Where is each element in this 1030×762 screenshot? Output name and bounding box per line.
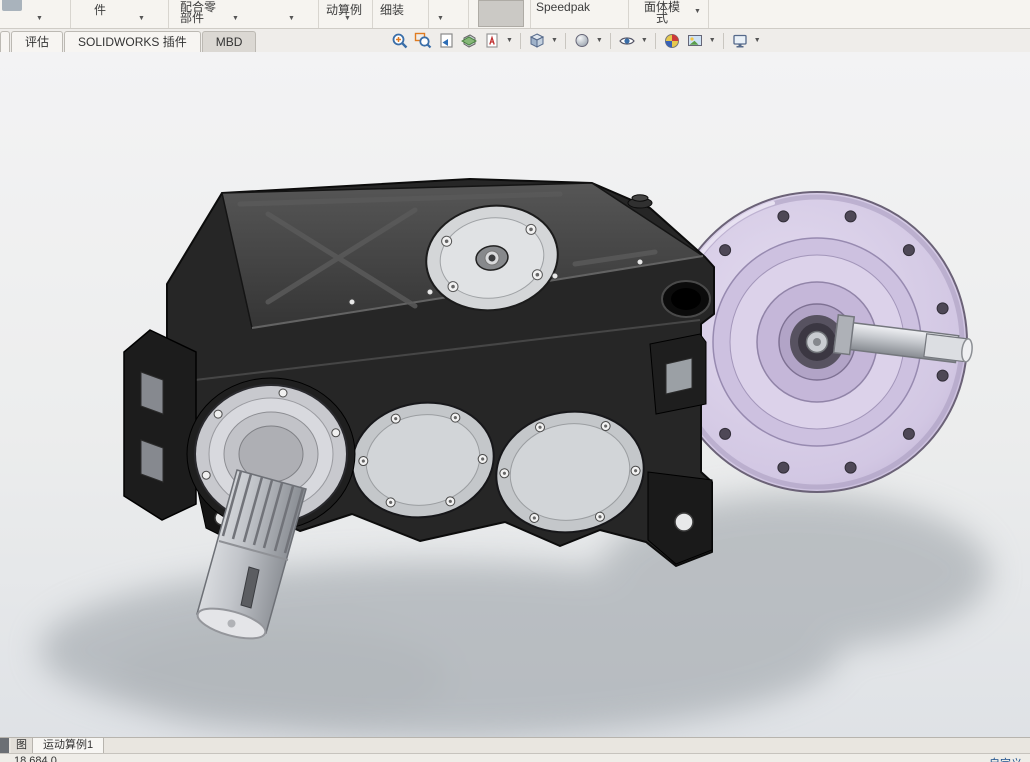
ribbon-button-insert-component[interactable]: 件 [94, 1, 106, 18]
motion-study-bar: 图 运动算例1 [0, 737, 1030, 753]
separator [628, 0, 629, 28]
ribbon-button-assembly[interactable]: 细装 [380, 1, 404, 18]
tab-evaluate[interactable]: 评估 [11, 31, 64, 52]
status-customize-link[interactable]: 自定义 [989, 755, 1022, 762]
separator [564, 32, 566, 49]
separator [530, 0, 531, 28]
ribbon-button-speedpak[interactable]: Speedpak [536, 0, 590, 14]
separator [428, 0, 429, 28]
commandmanager-tabbar: 评估 SOLIDWORKS 插件 MBD ▼ ▼ ▼ ▼ ▼ ▼ [0, 29, 1030, 52]
status-bar: 18.684.0 自定义 [0, 753, 1030, 762]
tab-model-partial[interactable]: 图 [11, 738, 33, 753]
apply-scene-icon[interactable] [685, 31, 705, 51]
dropdown-caret-icon[interactable]: ▼ [694, 8, 701, 15]
tab-partial[interactable] [0, 31, 10, 52]
separator [372, 0, 373, 28]
tab-solidworks-addins[interactable]: SOLIDWORKS 插件 [64, 31, 201, 52]
separator [168, 0, 169, 28]
dropdown-caret-icon[interactable]: ▼ [506, 37, 513, 44]
dropdown-caret-icon[interactable]: ▼ [551, 37, 558, 44]
separator [318, 0, 319, 28]
separator [70, 0, 71, 28]
separator [708, 0, 709, 28]
ribbon: ▼ 件 ▼ 配合零部件 ▼ ▼ 动算例 ▼ 细装 ▼ Speedpak 面体模式… [0, 0, 1030, 29]
headsup-toolbar: ▼ ▼ ▼ ▼ ▼ ▼ [390, 30, 762, 51]
dropdown-caret-icon[interactable]: ▼ [709, 37, 716, 44]
annotation-view-icon[interactable] [482, 31, 502, 51]
partial-ribbon-icon[interactable] [2, 0, 22, 11]
ribbon-button-mate-components[interactable]: 配合零部件 [180, 1, 220, 24]
dropdown-caret-icon[interactable]: ▼ [288, 15, 295, 22]
dropdown-caret-icon[interactable]: ▼ [641, 37, 648, 44]
solidworks-window: ▼ 件 ▼ 配合零部件 ▼ ▼ 动算例 ▼ 细装 ▼ Speedpak 面体模式… [0, 0, 1030, 762]
separator [722, 32, 724, 49]
dropdown-caret-icon[interactable]: ▼ [344, 15, 351, 22]
dropdown-caret-icon[interactable]: ▼ [138, 15, 145, 22]
graphics-area[interactable] [0, 52, 1030, 737]
hide-show-items-icon[interactable] [617, 31, 637, 51]
dropdown-caret-icon[interactable]: ▼ [596, 37, 603, 44]
status-left-text: 18.684.0 [14, 755, 57, 762]
floor-shadow [40, 494, 990, 737]
separator [609, 32, 611, 49]
previous-view-icon[interactable] [436, 31, 456, 51]
separator [468, 0, 469, 28]
zoom-to-area-icon[interactable] [413, 31, 433, 51]
view-orientation-icon[interactable] [527, 31, 547, 51]
dropdown-caret-icon[interactable]: ▼ [36, 15, 43, 22]
ribbon-button-body-mode[interactable]: 面体模式 [642, 1, 682, 24]
dropdown-caret-icon[interactable]: ▼ [754, 37, 761, 44]
tab-mbd[interactable]: MBD [201, 31, 257, 52]
dropdown-caret-icon[interactable]: ▼ [437, 15, 444, 22]
section-view-icon[interactable] [459, 31, 479, 51]
tab-motion-study-1[interactable]: 运动算例1 [33, 738, 105, 753]
breather-plug[interactable] [627, 194, 653, 209]
mounting-foot-right-upper[interactable] [649, 333, 707, 415]
view-settings-icon[interactable] [730, 31, 750, 51]
display-style-icon[interactable] [572, 31, 592, 51]
edit-appearance-icon[interactable] [662, 31, 682, 51]
side-bore-hole [661, 280, 711, 318]
separator [519, 32, 521, 49]
gearbox-model[interactable] [0, 52, 1030, 737]
separator [654, 32, 656, 49]
dropdown-caret-icon[interactable]: ▼ [232, 15, 239, 22]
ribbon-pressed-button[interactable] [478, 0, 524, 27]
motionbar-corner-icon[interactable] [0, 738, 9, 753]
mounting-bracket-left[interactable] [123, 329, 197, 521]
zoom-to-fit-icon[interactable] [390, 31, 410, 51]
